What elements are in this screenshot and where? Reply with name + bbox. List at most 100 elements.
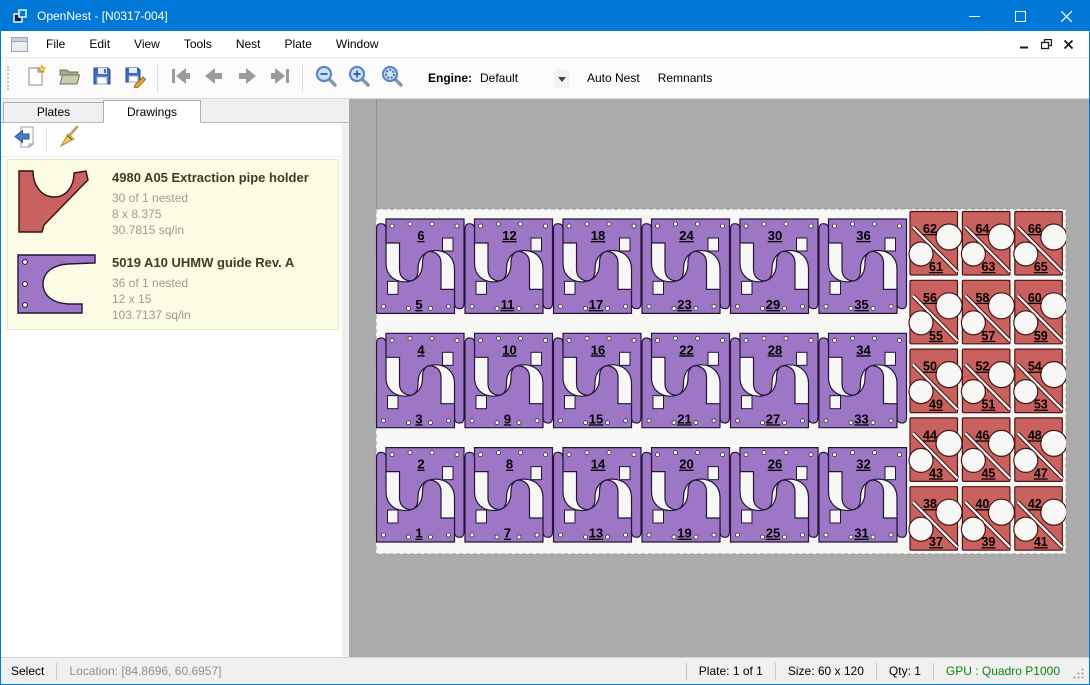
engine-dropdown-button[interactable] <box>554 69 569 88</box>
open-button[interactable] <box>52 62 85 95</box>
drawings-panel: 4980 A05 Extraction pipe holder 30 of 1 … <box>1 123 349 657</box>
save-as-button[interactable] <box>118 62 151 95</box>
menu-item-file[interactable]: File <box>34 32 77 56</box>
part-number: 15 <box>589 411 603 426</box>
part-number: 26 <box>768 457 782 472</box>
drawings-toolbar-separator <box>46 128 47 152</box>
list-item[interactable]: 5019 A10 UHMW guide Rev. A 36 of 1 neste… <box>8 245 338 326</box>
mdi-document-icon[interactable] <box>11 37 28 52</box>
list-item[interactable]: 4980 A05 Extraction pipe holder 30 of 1 … <box>8 160 338 245</box>
toolbar-grip[interactable] <box>7 66 12 90</box>
resize-grip[interactable] <box>1072 666 1085 682</box>
status-separator <box>775 663 776 680</box>
tab-plates[interactable]: Plates <box>3 102 104 122</box>
part-number: 49 <box>929 398 943 412</box>
go-next-button[interactable] <box>230 62 263 95</box>
app-window: OpenNest - [N0317-004] FileEditViewTools… <box>0 0 1090 685</box>
part-number: 31 <box>854 526 868 541</box>
open-folder-icon <box>57 64 81 93</box>
mdi-minimize-button[interactable] <box>1013 34 1035 54</box>
part-number: 38 <box>923 497 937 511</box>
part-number: 5 <box>415 297 422 312</box>
part-number: 43 <box>929 466 943 480</box>
auto-nest-button[interactable]: Auto Nest <box>578 65 649 91</box>
part-number: 37 <box>929 535 943 549</box>
part-number: 2 <box>417 457 424 472</box>
menu-item-window[interactable]: Window <box>324 32 391 56</box>
status-separator <box>933 663 934 680</box>
mdi-close-button[interactable] <box>1057 34 1079 54</box>
item-nested: 36 of 1 nested <box>112 275 294 291</box>
part-number: 53 <box>1034 398 1048 412</box>
go-previous-button[interactable] <box>197 62 230 95</box>
part-number: 17 <box>589 297 603 312</box>
part-number: 40 <box>975 497 989 511</box>
menu-item-nest[interactable]: Nest <box>224 32 273 56</box>
clear-drawings-button[interactable] <box>53 125 84 155</box>
part-number: 29 <box>766 297 780 312</box>
menu-item-edit[interactable]: Edit <box>77 32 122 56</box>
toolbar-separator <box>302 65 303 92</box>
part-number: 13 <box>589 526 603 541</box>
part-number: 32 <box>856 457 870 472</box>
status-separator <box>56 663 57 680</box>
save-button[interactable] <box>85 62 118 95</box>
part-number: 34 <box>856 342 871 357</box>
status-separator <box>876 663 877 680</box>
part-number: 62 <box>923 222 937 236</box>
window-title: OpenNest - [N0317-004] <box>37 9 168 23</box>
item-area: 103.7137 sq/in <box>112 307 294 323</box>
part-number: 1 <box>415 526 422 541</box>
part-number: 54 <box>1028 360 1042 374</box>
part-number: 39 <box>981 535 995 549</box>
close-button[interactable] <box>1043 1 1089 31</box>
part-number: 20 <box>679 457 693 472</box>
remnants-button[interactable]: Remnants <box>649 65 722 91</box>
go-previous-icon <box>201 64 227 93</box>
menu-item-view[interactable]: View <box>122 32 172 56</box>
part-number: 52 <box>975 360 989 374</box>
tab-drawings[interactable]: Drawings <box>103 100 201 123</box>
part-number: 44 <box>923 428 937 442</box>
menu-item-tools[interactable]: Tools <box>172 32 224 56</box>
mdi-restore-button[interactable] <box>1035 34 1057 54</box>
nest-canvas[interactable]: 6512111817242330293635431091615222128273… <box>349 99 1089 657</box>
part-number: 51 <box>981 398 995 412</box>
minimize-button[interactable] <box>951 1 997 31</box>
engine-select[interactable]: Default <box>480 71 554 85</box>
maximize-button[interactable] <box>997 1 1043 31</box>
part-number: 12 <box>502 228 516 243</box>
plate[interactable]: 6512111817242330293635431091615222128273… <box>375 208 1067 555</box>
menubar: FileEditViewToolsNestPlateWindow <box>1 31 1089 58</box>
go-last-button[interactable] <box>263 62 296 95</box>
part-number: 6 <box>417 228 424 243</box>
new-button[interactable] <box>19 62 52 95</box>
part-number: 48 <box>1028 428 1042 442</box>
go-first-button[interactable] <box>164 62 197 95</box>
part-number: 28 <box>768 342 782 357</box>
status-location: Location: [84.8696, 60.6957] <box>69 664 221 678</box>
back-to-plates-button[interactable] <box>9 125 40 155</box>
sidebar: Plates Drawings <box>1 99 349 657</box>
part-number: 27 <box>766 411 780 426</box>
zoom-out-button[interactable] <box>309 62 342 95</box>
part-number: 16 <box>591 342 605 357</box>
broom-icon <box>57 125 81 154</box>
zoom-in-button[interactable] <box>342 62 375 95</box>
part-number: 65 <box>1034 260 1048 274</box>
part-number: 56 <box>923 291 937 305</box>
zoom-fit-button[interactable] <box>375 62 408 95</box>
part-number: 23 <box>677 297 691 312</box>
part-number: 66 <box>1028 222 1042 236</box>
part-thumbnail <box>16 167 112 242</box>
sidebar-tabstrip: Plates Drawings <box>1 99 349 123</box>
drawings-list: 4980 A05 Extraction pipe holder 30 of 1 … <box>7 159 339 330</box>
part-number: 50 <box>923 360 937 374</box>
go-next-icon <box>234 64 260 93</box>
part-number: 24 <box>679 228 694 243</box>
part-number: 10 <box>502 342 516 357</box>
chevron-down-icon <box>558 69 566 87</box>
menu-item-plate[interactable]: Plate <box>273 32 324 56</box>
go-last-icon <box>267 64 293 93</box>
statusbar: Select Location: [84.8696, 60.6957] Plat… <box>1 657 1089 684</box>
